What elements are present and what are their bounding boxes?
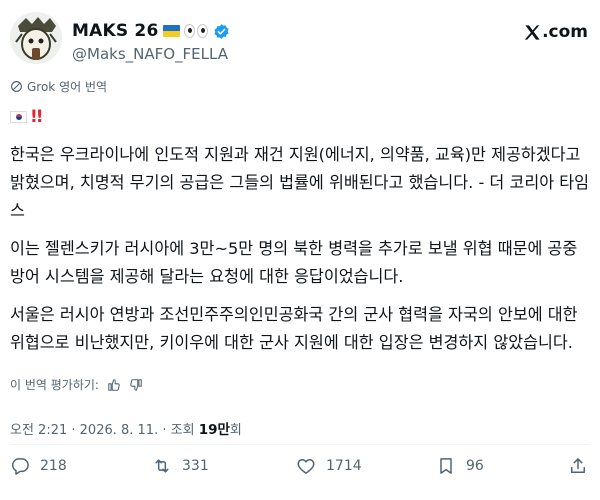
emoji-group: !! [10,103,63,131]
share-button[interactable] [568,456,598,476]
thumbs-up-icon[interactable] [107,378,121,392]
heart-icon [297,459,315,474]
verified-badge-icon[interactable] [213,23,230,40]
tweet-date[interactable]: 2026. 8. 11. [80,423,159,438]
like-count: 1714 [326,458,362,474]
tweet-paragraph-3: 서울은 러시아 연방과 조선민주주의인민공화국 간의 군사 협력을 자국의 안보… [10,304,578,352]
tweet-paragraph-1: !! [10,102,590,131]
ukraine-flag-icon [46,111,63,123]
tweet-time[interactable]: 오전 2:21 [10,423,67,438]
tweet-text: !! 한국은 우크라이나에 인도적 지원과 재건 지원(에너지, 의약품, 교육)… [10,102,590,367]
avatar[interactable] [10,12,62,64]
x-logo-suffix: .com [542,22,588,42]
separator-dot: · [71,423,80,438]
x-brand-icon [524,24,540,40]
reply-button[interactable]: 218 [10,456,67,476]
views-prefix: 조회 [170,423,195,438]
grok-icon [11,81,22,92]
rate-translation-row: 이 번역 평가하기: [10,376,143,393]
display-name[interactable]: MAKS 26 [72,21,158,41]
translation-source-text: Grok 영어 번역 [27,80,108,94]
south-korea-flag-icon [10,110,27,123]
like-button[interactable]: 1714 [296,456,362,476]
paragraph-text: 한국은 우크라이나에 인도적 지원과 재건 지원(에너지, 의약품, 교육)만 … [10,144,590,220]
user-handle[interactable]: @Maks_NAFO_FELLA [72,45,228,63]
separator-dot: · [162,423,171,438]
repost-button[interactable]: 331 [152,456,209,476]
repost-icon [155,459,169,473]
divider [10,444,590,445]
views-suffix: 회 [229,423,242,438]
action-bar: 218 331 1714 96 [10,452,590,482]
share-icon [571,458,585,473]
views-count: 19만 [198,422,230,438]
tweet-header: MAKS 26 @Maks_NAFO_FELLA .com [10,10,590,66]
bookmark-icon [440,458,452,474]
thumbs-down-icon[interactable] [129,378,143,392]
bookmark-count: 96 [466,458,484,474]
name-row: MAKS 26 [72,20,230,42]
tweet-paragraph-2: 이는 젤렌스키가 러시아에 3만~5만 명의 북한 병력을 추가로 보낼 위협 … [10,238,578,286]
tweet-meta: 오전 2:21 · 2026. 8. 11. · 조회 19만회 [10,418,242,438]
x-logo: .com [523,22,588,42]
eyes-icon [184,24,210,38]
repost-count: 331 [182,458,209,474]
reply-icon [11,458,29,475]
double-exclamation-icon: !! [30,106,43,127]
ukraine-flag-icon [163,25,181,37]
grok-translation-label: Grok 영어 번역 [10,78,107,95]
bookmark-button[interactable]: 96 [436,456,484,476]
rate-translation-label: 이 번역 평가하기: [10,378,99,392]
avatar-image [10,12,62,64]
reply-count: 218 [40,458,67,474]
